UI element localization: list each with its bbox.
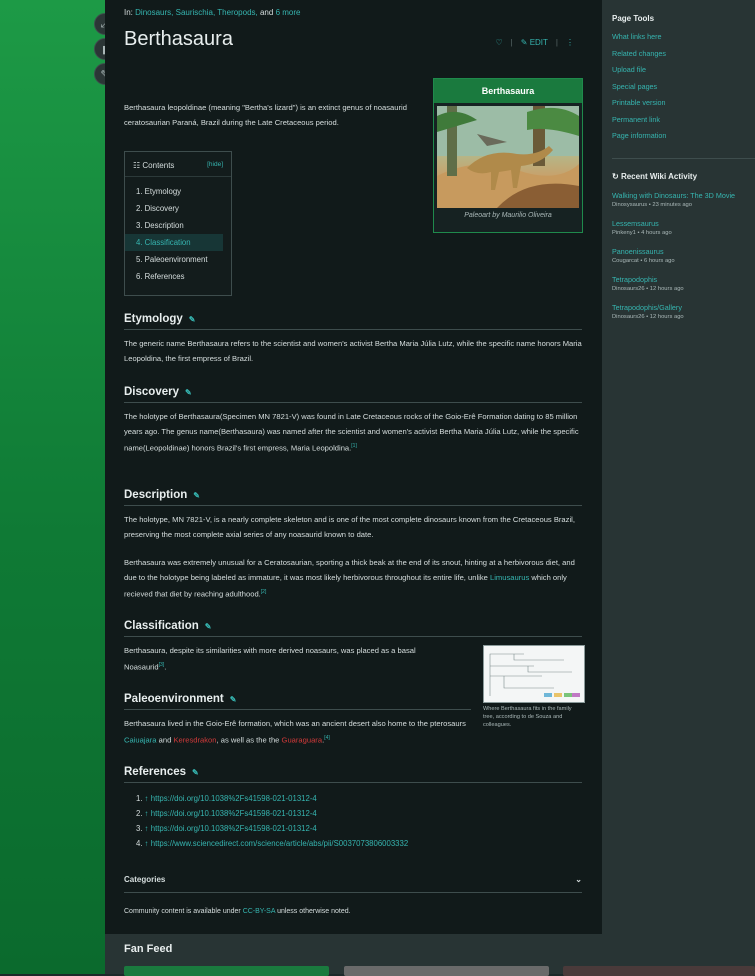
reference-link[interactable]: ↑ https://doi.org/10.1038%2Fs41598-021-0… bbox=[145, 809, 317, 818]
edit-section-icon[interactable]: ✎ bbox=[189, 315, 196, 324]
divider: | bbox=[510, 38, 513, 47]
edit-section-icon[interactable]: ✎ bbox=[193, 491, 200, 500]
breadcrumb-link-saurischia[interactable]: Saurischia, bbox=[176, 8, 216, 17]
section-discovery: Discovery ✎ The holotype of Berthasaura(S… bbox=[124, 382, 582, 456]
activity-item[interactable]: Panoenissaurus Cougarcat • 6 hours ago bbox=[612, 247, 752, 275]
section-heading: Description bbox=[124, 489, 188, 501]
section-description: Description ✎ The holotype, MN 7821-V, is… bbox=[124, 485, 582, 602]
divider bbox=[612, 158, 755, 159]
license-link[interactable]: CC-BY-SA bbox=[243, 908, 275, 915]
section-heading: References bbox=[124, 766, 187, 778]
categories-label: Categories bbox=[124, 874, 166, 884]
fan-feed-card[interactable] bbox=[563, 966, 755, 976]
intro-paragraph: Berthasaura leopoldinae (meaning "Bertha… bbox=[124, 102, 407, 127]
reference-item: 1. ↑ https://doi.org/10.1038%2Fs41598-02… bbox=[136, 794, 317, 803]
limusaurus-link[interactable]: Limusaurus bbox=[490, 573, 529, 582]
description-paragraph-2: Berthasaura was extremely unusual for a … bbox=[124, 558, 575, 599]
toc-item-etymology[interactable]: 1. Etymology bbox=[125, 183, 231, 200]
edit-section-icon[interactable]: ✎ bbox=[192, 768, 199, 777]
section-paleoenvironment: Paleoenvironment ✎ Berthasaura lived in t… bbox=[124, 689, 471, 748]
activity-item[interactable]: Tetrapodophis/Gallery Dinosaurs26 • 12 ho… bbox=[612, 303, 752, 331]
section-heading: Paleoenvironment bbox=[124, 693, 224, 705]
talk-icon[interactable]: ♡ bbox=[496, 38, 503, 47]
etymology-text: The generic name Berthasaura refers to t… bbox=[124, 339, 582, 363]
toc-item-description[interactable]: 3. Description bbox=[125, 217, 231, 234]
citation-link[interactable]: [3] bbox=[159, 662, 165, 668]
section-heading: Classification bbox=[124, 620, 199, 632]
classification-image-caption: Where Berthasaura fits in the family tre… bbox=[483, 706, 572, 728]
reference-link[interactable]: ↑ https://www.sciencedirect.com/science/… bbox=[145, 839, 409, 848]
page-tools-list: What links here Related changes Upload f… bbox=[612, 29, 666, 145]
edit-section-icon[interactable]: ✎ bbox=[230, 695, 237, 704]
infobox-caption: Paleoart by Maurilio Oliveira bbox=[464, 212, 552, 219]
classification-text: Berthasaura, despite its similarities wi… bbox=[124, 646, 416, 672]
section-etymology: Etymology ✎ The generic name Berthasaura … bbox=[124, 309, 582, 366]
citation-link[interactable]: [2] bbox=[261, 589, 267, 595]
article-main: In: Dinosaurs, Saurischia, Theropods, an… bbox=[105, 0, 602, 934]
breadcrumb-more-link[interactable]: 6 more bbox=[276, 8, 301, 17]
fan-feed-title: Fan Feed bbox=[124, 943, 173, 955]
toc-item-classification[interactable]: 4. Classification bbox=[125, 234, 223, 251]
page-title: Berthasaura bbox=[124, 28, 233, 50]
chevron-down-icon: ⌄ bbox=[575, 874, 582, 884]
activity-item[interactable]: Lessemsaurus Pinkeny1 • 4 hours ago bbox=[612, 219, 752, 247]
toc-item-references[interactable]: 6. References bbox=[125, 268, 231, 285]
reference-item: 3. ↑ https://doi.org/10.1038%2Fs41598-02… bbox=[136, 824, 317, 833]
reference-item: 2. ↑ https://doi.org/10.1038%2Fs41598-02… bbox=[136, 809, 317, 818]
fan-feed-card[interactable] bbox=[124, 966, 329, 976]
section-heading: Etymology bbox=[124, 313, 183, 325]
breadcrumb-link-dinosaurs[interactable]: Dinosaurs, bbox=[135, 8, 173, 17]
infobox: Berthasaura Paleoart by Maurilio Oliveir… bbox=[433, 78, 583, 233]
breadcrumb: In: Dinosaurs, Saurischia, Theropods, an… bbox=[124, 8, 301, 17]
title-tools: ♡ | ✎ EDIT | ⋮ bbox=[496, 38, 575, 47]
categories-toggle[interactable]: Categories ⌄ bbox=[124, 866, 582, 893]
page-information-link[interactable]: Page information bbox=[612, 128, 666, 145]
toc-title: ☷ Contents bbox=[133, 161, 175, 170]
edit-section-icon[interactable]: ✎ bbox=[185, 388, 192, 397]
fan-feed-card[interactable] bbox=[344, 966, 549, 976]
caiuajara-link[interactable]: Caiuajara bbox=[124, 736, 157, 745]
permanent-link[interactable]: Permanent link bbox=[612, 112, 666, 129]
toc-item-discovery[interactable]: 2. Discovery bbox=[125, 200, 231, 217]
left-green-rail bbox=[0, 0, 105, 974]
reference-link[interactable]: ↑ https://doi.org/10.1038%2Fs41598-021-0… bbox=[145, 824, 317, 833]
infobox-image[interactable] bbox=[437, 106, 579, 208]
activity-item[interactable]: Tetrapodophis Dinosaurs26 • 12 hours ago bbox=[612, 275, 752, 303]
breadcrumb-link-theropods[interactable]: Theropods, bbox=[217, 8, 257, 17]
what-links-here-link[interactable]: What links here bbox=[612, 29, 666, 46]
citation-link[interactable]: [4] bbox=[324, 735, 330, 741]
more-actions-icon[interactable]: ⋮ bbox=[566, 38, 574, 47]
paleoenvironment-text: Berthasaura lived in the Goio-Erê format… bbox=[124, 719, 466, 745]
reference-item: 4. ↑ https://www.sciencedirect.com/scien… bbox=[136, 839, 409, 848]
guaraguara-link[interactable]: Guaraguara bbox=[282, 736, 323, 745]
fan-feed: Fan Feed bbox=[105, 934, 755, 976]
classification-cladogram-image[interactable] bbox=[483, 645, 585, 703]
activity-item[interactable]: Walking with Dinosaurs: The 3D Movie Dino… bbox=[612, 191, 752, 219]
infobox-title: Berthasaura bbox=[434, 79, 582, 103]
right-rail: Page Tools What links here Related chang… bbox=[602, 0, 755, 934]
section-references: References ✎ 1. ↑ https://doi.org/10.1038… bbox=[124, 762, 582, 851]
upload-file-link[interactable]: Upload file bbox=[612, 62, 666, 79]
citation-link[interactable]: [1] bbox=[351, 443, 357, 449]
toc-hide-button[interactable]: [hide] bbox=[207, 161, 223, 170]
divider: | bbox=[555, 38, 558, 47]
toc-item-paleoenvironment[interactable]: 5. Paleoenvironment bbox=[125, 251, 231, 268]
discovery-text: The holotype of Berthasaura(Specimen MN … bbox=[124, 412, 579, 453]
table-of-contents: ☷ Contents [hide] 1. Etymology 2. Discov… bbox=[124, 151, 232, 296]
special-pages-link[interactable]: Special pages bbox=[612, 79, 666, 96]
license-notice: Community content is available under CC-… bbox=[124, 908, 351, 915]
edit-button[interactable]: ✎ EDIT bbox=[521, 38, 548, 47]
edit-section-icon[interactable]: ✎ bbox=[205, 622, 212, 631]
reference-link[interactable]: ↑ https://doi.org/10.1038%2Fs41598-021-0… bbox=[145, 794, 317, 803]
recent-activity-list: Walking with Dinosaurs: The 3D Movie Dino… bbox=[612, 191, 752, 331]
description-paragraph-1: The holotype, MN 7821-V, is a nearly com… bbox=[124, 515, 575, 539]
printable-version-link[interactable]: Printable version bbox=[612, 95, 666, 112]
recent-activity-title: ↻ Recent Wiki Activity bbox=[612, 172, 698, 181]
keresdrakon-link[interactable]: Keresdrakon bbox=[173, 736, 216, 745]
section-heading: Discovery bbox=[124, 386, 179, 398]
related-changes-link[interactable]: Related changes bbox=[612, 46, 666, 63]
page-tools-title: Page Tools bbox=[612, 14, 655, 23]
